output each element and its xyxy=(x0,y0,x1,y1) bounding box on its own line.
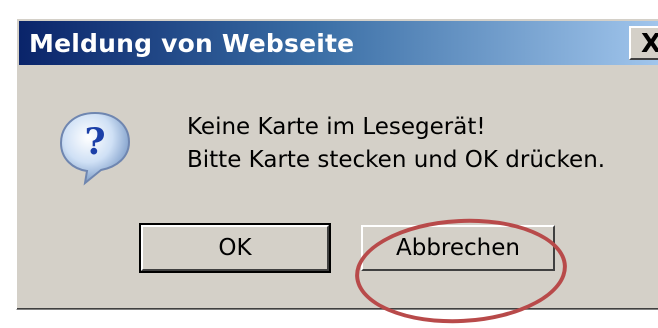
close-icon: X xyxy=(641,29,658,59)
message-dialog: Meldung von Webseite X ? Keine Karte im … xyxy=(16,18,658,328)
question-mark-icon: ? xyxy=(59,111,131,186)
ok-button[interactable]: OK xyxy=(139,223,331,273)
svg-text:?: ? xyxy=(84,121,105,163)
close-button[interactable]: X xyxy=(629,26,658,60)
message-line-2: Bitte Karte stecken und OK drücken. xyxy=(187,147,606,173)
dialog-message: Keine Karte im Lesegerät! Bitte Karte st… xyxy=(187,111,605,177)
dialog-title: Meldung von Webseite xyxy=(29,29,355,58)
cancel-button[interactable]: Abbrechen xyxy=(361,225,555,271)
dialog-titlebar[interactable]: Meldung von Webseite X xyxy=(19,21,658,65)
message-line-1: Keine Karte im Lesegerät! xyxy=(187,114,486,140)
